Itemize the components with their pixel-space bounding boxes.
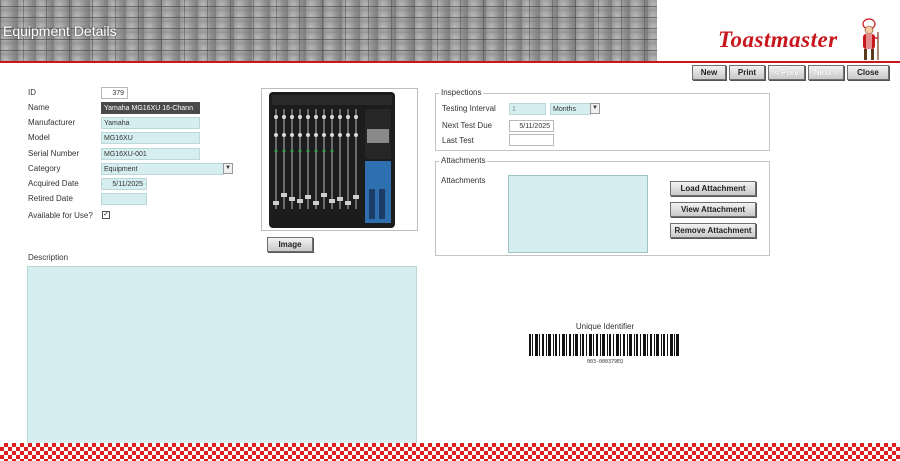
remove-attachment-button[interactable]: Remove Attachment xyxy=(670,223,756,238)
load-attachment-button[interactable]: Load Attachment xyxy=(670,181,756,196)
next-test-due-field[interactable]: 5/11/2025 xyxy=(509,120,554,132)
checkmark-icon: ✓ xyxy=(103,211,109,218)
available-checkbox[interactable]: ✓ xyxy=(102,211,110,219)
equipment-image-frame xyxy=(261,88,418,231)
available-label: Available for Use? xyxy=(28,211,93,220)
checkered-footer xyxy=(0,443,900,461)
attachments-list[interactable] xyxy=(508,175,648,253)
barcode-image xyxy=(529,334,679,356)
manufacturer-label: Manufacturer xyxy=(28,118,76,127)
chevron-down-icon[interactable]: ▼ xyxy=(590,103,600,114)
last-test-field[interactable] xyxy=(509,134,554,146)
logo-text: Toastmaster xyxy=(718,27,838,52)
chef-mascot-icon xyxy=(862,18,879,60)
mixer-image xyxy=(269,92,395,228)
serial-number-field[interactable]: MG16XU-001 xyxy=(101,148,200,160)
serial-number-label: Serial Number xyxy=(28,149,80,158)
print-button[interactable]: Print xyxy=(729,65,765,80)
model-label: Model xyxy=(28,133,50,142)
close-button[interactable]: Close xyxy=(847,65,889,80)
category-select[interactable]: Equipment xyxy=(101,163,224,175)
chevron-down-icon[interactable]: ▼ xyxy=(223,163,233,174)
testing-interval-label: Testing Interval xyxy=(442,104,496,113)
interval-unit-select[interactable]: Months xyxy=(550,103,591,115)
name-label: Name xyxy=(28,103,50,112)
inspections-legend: Inspections xyxy=(439,88,484,97)
attachments-label: Attachments xyxy=(441,176,486,185)
prev-button[interactable]: < Prev xyxy=(768,65,805,80)
name-field[interactable]: Yamaha MG16XU 16-Chann xyxy=(101,102,200,114)
id-field[interactable]: 379 xyxy=(101,87,128,99)
category-label: Category xyxy=(28,164,61,173)
description-label: Description xyxy=(28,253,69,262)
acquired-date-label: Acquired Date xyxy=(28,179,79,188)
header-divider xyxy=(0,61,900,63)
barcode-text: 003-000379EQ xyxy=(586,359,624,365)
testing-interval-field[interactable]: 1 xyxy=(509,103,546,115)
page-title: Equipment Details xyxy=(3,23,117,39)
retired-date-field[interactable] xyxy=(101,193,147,205)
description-field[interactable] xyxy=(27,266,417,444)
manufacturer-field[interactable]: Yamaha xyxy=(101,117,200,129)
view-attachment-button[interactable]: View Attachment xyxy=(670,202,756,217)
next-test-due-label: Next Test Due xyxy=(442,121,493,130)
attachments-legend: Attachments xyxy=(439,156,488,165)
next-button[interactable]: Next > xyxy=(808,65,844,80)
barcode-title: Unique Identifier xyxy=(575,322,635,331)
new-button[interactable]: New xyxy=(692,65,726,80)
id-label: ID xyxy=(28,88,36,97)
last-test-label: Last Test xyxy=(442,136,474,145)
retired-date-label: Retired Date xyxy=(28,194,73,203)
model-field[interactable]: MG16XU xyxy=(101,132,200,144)
acquired-date-field[interactable]: 5/11/2025 xyxy=(101,178,147,190)
image-button[interactable]: Image xyxy=(267,237,313,252)
